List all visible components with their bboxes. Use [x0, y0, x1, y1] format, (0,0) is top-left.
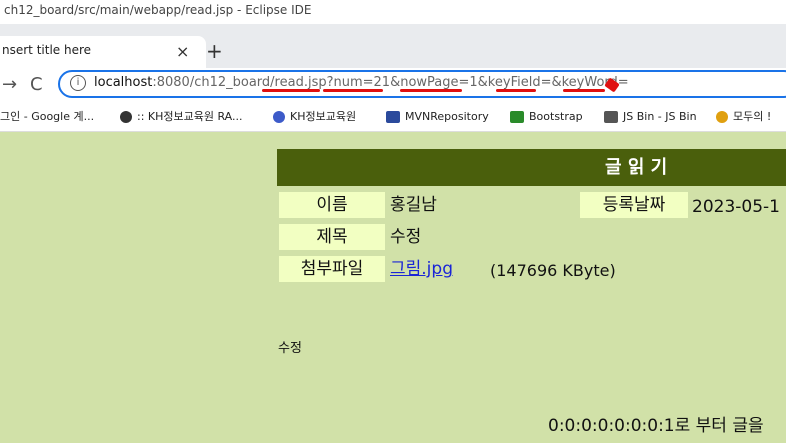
url-path: :8080/ch12_board/read.jsp?num=21&nowPage… [152, 75, 629, 90]
info-icon[interactable]: i [70, 75, 86, 91]
annotation-underline [563, 89, 605, 92]
bookmark-item[interactable]: KH정보교육원 [273, 109, 356, 125]
page-heading-bar: 글 읽 기 [277, 149, 786, 186]
bookmark-item[interactable]: 그인 - Google 계... [0, 109, 94, 125]
file-size: (147696 KByte) [490, 261, 616, 280]
bookmark-item[interactable]: JS Bin - JS Bin [604, 109, 697, 125]
navigation-bar: → C i localhost:8080/ch12_board/read.jsp… [0, 68, 786, 109]
annotation-underline [323, 89, 383, 92]
close-icon[interactable]: × [176, 40, 189, 64]
name-value: 홍길남 [390, 195, 437, 215]
subject-label: 제목 [279, 224, 385, 250]
window-title: ch12_board/src/main/webapp/read.jsp - Ec… [0, 0, 786, 24]
page-title: 글 읽 기 [605, 157, 668, 178]
kh-logo-icon [273, 111, 285, 123]
new-tab-icon[interactable]: + [206, 39, 223, 63]
file-link[interactable]: 그림.jpg [390, 256, 453, 282]
url-text[interactable]: localhost:8080/ch12_board/read.jsp?num=2… [94, 75, 629, 90]
file-label: 첨부파일 [279, 256, 385, 282]
date-label: 등록날짜 [580, 192, 688, 218]
reload-icon[interactable]: C [30, 72, 43, 98]
back-arrow-icon[interactable]: → [2, 72, 17, 98]
tab-title: nsert title here [2, 43, 92, 57]
modu-icon [716, 111, 728, 123]
date-value: 2023-05-1 [692, 197, 780, 217]
jsbin-icon [604, 111, 618, 123]
annotation-underline [262, 89, 320, 92]
globe-icon [120, 111, 132, 123]
annotation-underline [400, 89, 462, 92]
file-name[interactable]: 그림.jpg [390, 259, 453, 279]
annotation-underline [496, 89, 536, 92]
post-content: 수정 [278, 341, 302, 356]
bookmark-item[interactable]: 모두의 ! [716, 109, 771, 125]
subject-value: 수정 [390, 227, 422, 247]
url-host: localhost [94, 75, 153, 90]
bookmark-item[interactable]: Bootstrap [510, 109, 583, 125]
bookmarks-bar: 그인 - Google 계... :: KH정보교육원 RA... KH정보교육… [0, 102, 786, 132]
tab-bar: nsert title here × + [0, 24, 786, 68]
bootstrap-icon [510, 111, 524, 123]
footer-ip-text: 0:0:0:0:0:0:0:1로 부터 글을 [548, 416, 764, 436]
browser-tab[interactable]: nsert title here × [0, 36, 206, 68]
page-content: 글 읽 기 이름 홍길남 등록날짜 2023-05-1 제목 수정 첨부파일 그… [0, 132, 786, 443]
bookmark-item[interactable]: :: KH정보교육원 RA... [120, 109, 243, 125]
mvn-icon [386, 111, 400, 123]
name-label: 이름 [279, 192, 385, 218]
address-bar[interactable]: i localhost:8080/ch12_board/read.jsp?num… [58, 70, 786, 98]
bookmark-item[interactable]: MVNRepository [386, 109, 489, 125]
